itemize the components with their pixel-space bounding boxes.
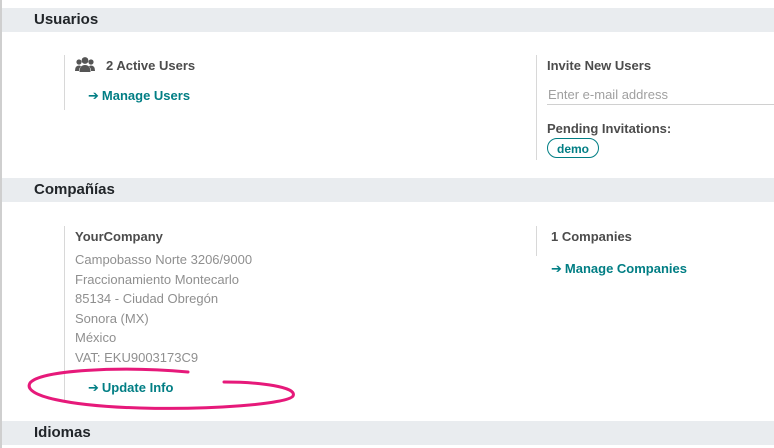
vat-number: VAT: EKU9003173C9 <box>75 350 199 365</box>
pending-invitation-badge[interactable]: demo <box>547 138 600 158</box>
active-users-count: 2 Active Users <box>106 58 196 73</box>
divider <box>64 55 65 110</box>
section-header-users: Usuarios <box>2 8 774 32</box>
arrow-right-icon: ➔ <box>88 380 99 395</box>
manage-users-link[interactable]: ➔ Manage Users <box>88 88 190 104</box>
invite-email-input[interactable] <box>547 84 774 105</box>
address-line: Sonora (MX) <box>75 311 149 326</box>
pending-invitations-label: Pending Invitations: <box>547 121 672 136</box>
section-title-companies: Compañías <box>34 181 115 198</box>
company-name: YourCompany <box>75 229 163 244</box>
divider <box>536 55 537 160</box>
arrow-right-icon: ➔ <box>88 88 99 103</box>
users-icon <box>75 57 95 72</box>
section-title-users: Usuarios <box>34 11 99 28</box>
section-header-companies: Compañías <box>2 178 774 202</box>
divider <box>536 226 537 256</box>
update-info-link[interactable]: ➔ Update Info <box>88 380 173 396</box>
invite-users-title: Invite New Users <box>547 58 652 73</box>
manage-users-label: Manage Users <box>101 88 191 103</box>
update-info-label: Update Info <box>101 380 174 395</box>
companies-count: 1 Companies <box>551 229 632 244</box>
manage-companies-label: Manage Companies <box>564 261 687 276</box>
address-line: México <box>75 330 117 345</box>
divider <box>64 226 65 401</box>
address-line: 85134 - Ciudad Obregón <box>75 291 219 306</box>
address-line: Fraccionamiento Montecarlo <box>75 272 240 287</box>
address-line: Campobasso Norte 3206/9000 <box>75 252 253 267</box>
arrow-right-icon: ➔ <box>551 261 562 276</box>
manage-companies-link[interactable]: ➔ Manage Companies <box>551 261 687 277</box>
left-border <box>0 0 2 448</box>
section-header-languages: Idiomas <box>2 421 774 445</box>
section-title-languages: Idiomas <box>34 424 91 441</box>
